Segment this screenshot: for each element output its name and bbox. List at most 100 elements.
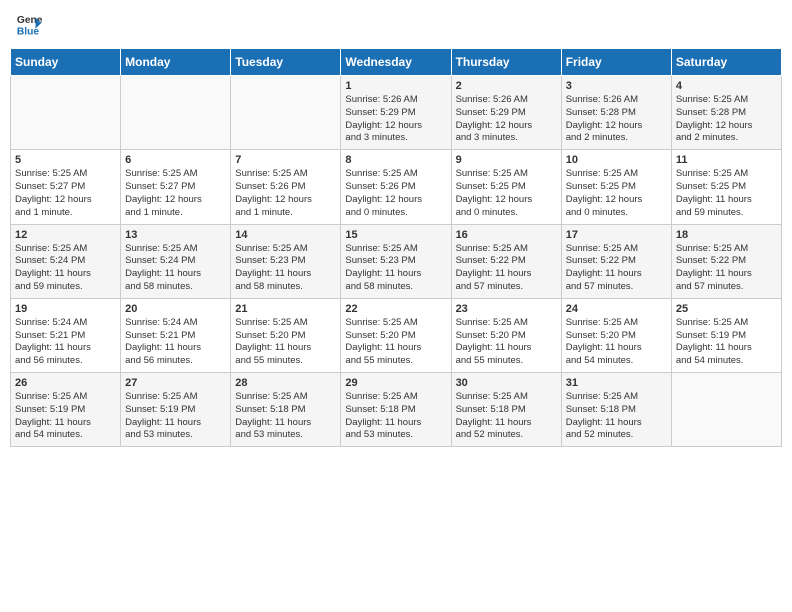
col-header-friday: Friday — [561, 49, 671, 76]
calendar-cell: 18 Sunrise: 5:25 AM Sunset: 5:22 PM Dayli… — [671, 224, 781, 298]
calendar-week-row: 5Sunrise: 5:25 AM Sunset: 5:27 PM Daylig… — [11, 150, 782, 224]
cell-info: Sunrise: 5:25 AM Sunset: 5:18 PM Dayligh… — [566, 391, 667, 442]
calendar-cell: 1 Sunrise: 5:26 AM Sunset: 5:29 PM Daylig… — [341, 76, 451, 150]
calendar-cell — [11, 76, 121, 150]
calendar-cell — [121, 76, 231, 150]
day-number: 23 — [456, 303, 557, 315]
calendar-cell: 3 Sunrise: 5:26 AM Sunset: 5:28 PM Daylig… — [561, 76, 671, 150]
calendar-cell: 6 Sunrise: 5:25 AM Sunset: 5:27 PM Daylig… — [121, 150, 231, 224]
day-number: 2 — [456, 80, 557, 92]
day-number: 21 — [235, 303, 336, 315]
calendar-cell: 8 Sunrise: 5:25 AM Sunset: 5:26 PM Daylig… — [341, 150, 451, 224]
calendar-cell: 7 Sunrise: 5:25 AM Sunset: 5:26 PM Daylig… — [231, 150, 341, 224]
calendar-cell: 17 Sunrise: 5:25 AM Sunset: 5:22 PM Dayli… — [561, 224, 671, 298]
day-number: 12 — [15, 229, 116, 241]
day-number: 20 — [125, 303, 226, 315]
cell-info: Sunrise: 5:25 AM Sunset: 5:19 PM Dayligh… — [15, 391, 116, 442]
calendar-cell: 5Sunrise: 5:25 AM Sunset: 5:27 PM Daylig… — [11, 150, 121, 224]
calendar-cell: 13 Sunrise: 5:25 AM Sunset: 5:24 PM Dayli… — [121, 224, 231, 298]
cell-info: Sunrise: 5:25 AM Sunset: 5:18 PM Dayligh… — [345, 391, 446, 442]
cell-info: Sunrise: 5:25 AM Sunset: 5:25 PM Dayligh… — [456, 168, 557, 219]
cell-info: Sunrise: 5:25 AM Sunset: 5:20 PM Dayligh… — [566, 317, 667, 368]
day-number: 7 — [235, 154, 336, 166]
cell-info: Sunrise: 5:25 AM Sunset: 5:24 PM Dayligh… — [125, 243, 226, 294]
calendar-cell: 2 Sunrise: 5:26 AM Sunset: 5:29 PM Daylig… — [451, 76, 561, 150]
calendar-cell: 30 Sunrise: 5:25 AM Sunset: 5:18 PM Dayli… — [451, 373, 561, 447]
day-number: 6 — [125, 154, 226, 166]
col-header-tuesday: Tuesday — [231, 49, 341, 76]
day-number: 31 — [566, 377, 667, 389]
calendar-cell: 23Sunrise: 5:25 AM Sunset: 5:20 PM Dayli… — [451, 298, 561, 372]
cell-info: Sunrise: 5:26 AM Sunset: 5:28 PM Dayligh… — [566, 94, 667, 145]
cell-info: Sunrise: 5:25 AM Sunset: 5:24 PM Dayligh… — [15, 243, 116, 294]
calendar-cell: 15 Sunrise: 5:25 AM Sunset: 5:23 PM Dayli… — [341, 224, 451, 298]
calendar-cell: 19 Sunrise: 5:24 AM Sunset: 5:21 PM Dayli… — [11, 298, 121, 372]
day-number: 15 — [345, 229, 446, 241]
cell-info: Sunrise: 5:25 AM Sunset: 5:22 PM Dayligh… — [456, 243, 557, 294]
cell-info: Sunrise: 5:25 AM Sunset: 5:20 PM Dayligh… — [235, 317, 336, 368]
cell-info: Sunrise: 5:26 AM Sunset: 5:29 PM Dayligh… — [456, 94, 557, 145]
cell-info: Sunrise: 5:25 AM Sunset: 5:18 PM Dayligh… — [456, 391, 557, 442]
cell-info: Sunrise: 5:25 AM Sunset: 5:27 PM Dayligh… — [125, 168, 226, 219]
day-number: 30 — [456, 377, 557, 389]
calendar-cell: 9Sunrise: 5:25 AM Sunset: 5:25 PM Daylig… — [451, 150, 561, 224]
day-number: 25 — [676, 303, 777, 315]
cell-info: Sunrise: 5:26 AM Sunset: 5:29 PM Dayligh… — [345, 94, 446, 145]
calendar-cell: 25 Sunrise: 5:25 AM Sunset: 5:19 PM Dayli… — [671, 298, 781, 372]
calendar-cell — [231, 76, 341, 150]
day-number: 28 — [235, 377, 336, 389]
day-number: 16 — [456, 229, 557, 241]
day-number: 17 — [566, 229, 667, 241]
calendar-cell — [671, 373, 781, 447]
day-number: 8 — [345, 154, 446, 166]
cell-info: Sunrise: 5:25 AM Sunset: 5:18 PM Dayligh… — [235, 391, 336, 442]
col-header-sunday: Sunday — [11, 49, 121, 76]
day-number: 26 — [15, 377, 116, 389]
day-number: 11 — [676, 154, 777, 166]
col-header-thursday: Thursday — [451, 49, 561, 76]
calendar-week-row: 26 Sunrise: 5:25 AM Sunset: 5:19 PM Dayli… — [11, 373, 782, 447]
calendar-cell: 12 Sunrise: 5:25 AM Sunset: 5:24 PM Dayli… — [11, 224, 121, 298]
cell-info: Sunrise: 5:24 AM Sunset: 5:21 PM Dayligh… — [125, 317, 226, 368]
calendar-cell: 31 Sunrise: 5:25 AM Sunset: 5:18 PM Dayli… — [561, 373, 671, 447]
cell-info: Sunrise: 5:25 AM Sunset: 5:23 PM Dayligh… — [235, 243, 336, 294]
cell-info: Sunrise: 5:25 AM Sunset: 5:23 PM Dayligh… — [345, 243, 446, 294]
calendar-cell: 24Sunrise: 5:25 AM Sunset: 5:20 PM Dayli… — [561, 298, 671, 372]
cell-info: Sunrise: 5:25 AM Sunset: 5:20 PM Dayligh… — [345, 317, 446, 368]
cell-info: Sunrise: 5:25 AM Sunset: 5:26 PM Dayligh… — [235, 168, 336, 219]
day-number: 3 — [566, 80, 667, 92]
day-number: 22 — [345, 303, 446, 315]
day-number: 1 — [345, 80, 446, 92]
calendar-cell: 29Sunrise: 5:25 AM Sunset: 5:18 PM Dayli… — [341, 373, 451, 447]
calendar-week-row: 1 Sunrise: 5:26 AM Sunset: 5:29 PM Daylig… — [11, 76, 782, 150]
day-number: 13 — [125, 229, 226, 241]
page-header: General Blue — [10, 10, 782, 38]
day-number: 14 — [235, 229, 336, 241]
calendar-week-row: 12 Sunrise: 5:25 AM Sunset: 5:24 PM Dayli… — [11, 224, 782, 298]
calendar-cell: 10 Sunrise: 5:25 AM Sunset: 5:25 PM Dayli… — [561, 150, 671, 224]
calendar-cell: 14 Sunrise: 5:25 AM Sunset: 5:23 PM Dayli… — [231, 224, 341, 298]
col-header-wednesday: Wednesday — [341, 49, 451, 76]
calendar-cell: 20 Sunrise: 5:24 AM Sunset: 5:21 PM Dayli… — [121, 298, 231, 372]
cell-info: Sunrise: 5:25 AM Sunset: 5:22 PM Dayligh… — [566, 243, 667, 294]
cell-info: Sunrise: 5:25 AM Sunset: 5:25 PM Dayligh… — [566, 168, 667, 219]
calendar-cell: 21 Sunrise: 5:25 AM Sunset: 5:20 PM Dayli… — [231, 298, 341, 372]
cell-info: Sunrise: 5:25 AM Sunset: 5:22 PM Dayligh… — [676, 243, 777, 294]
cell-info: Sunrise: 5:25 AM Sunset: 5:19 PM Dayligh… — [125, 391, 226, 442]
calendar-cell: 22 Sunrise: 5:25 AM Sunset: 5:20 PM Dayli… — [341, 298, 451, 372]
calendar-cell: 26 Sunrise: 5:25 AM Sunset: 5:19 PM Dayli… — [11, 373, 121, 447]
day-number: 18 — [676, 229, 777, 241]
cell-info: Sunrise: 5:25 AM Sunset: 5:26 PM Dayligh… — [345, 168, 446, 219]
cell-info: Sunrise: 5:25 AM Sunset: 5:19 PM Dayligh… — [676, 317, 777, 368]
calendar-table: SundayMondayTuesdayWednesdayThursdayFrid… — [10, 48, 782, 447]
col-header-saturday: Saturday — [671, 49, 781, 76]
day-number: 19 — [15, 303, 116, 315]
cell-info: Sunrise: 5:25 AM Sunset: 5:25 PM Dayligh… — [676, 168, 777, 219]
day-number: 4 — [676, 80, 777, 92]
day-number: 10 — [566, 154, 667, 166]
day-number: 27 — [125, 377, 226, 389]
calendar-header-row: SundayMondayTuesdayWednesdayThursdayFrid… — [11, 49, 782, 76]
calendar-week-row: 19 Sunrise: 5:24 AM Sunset: 5:21 PM Dayli… — [11, 298, 782, 372]
cell-info: Sunrise: 5:24 AM Sunset: 5:21 PM Dayligh… — [15, 317, 116, 368]
col-header-monday: Monday — [121, 49, 231, 76]
